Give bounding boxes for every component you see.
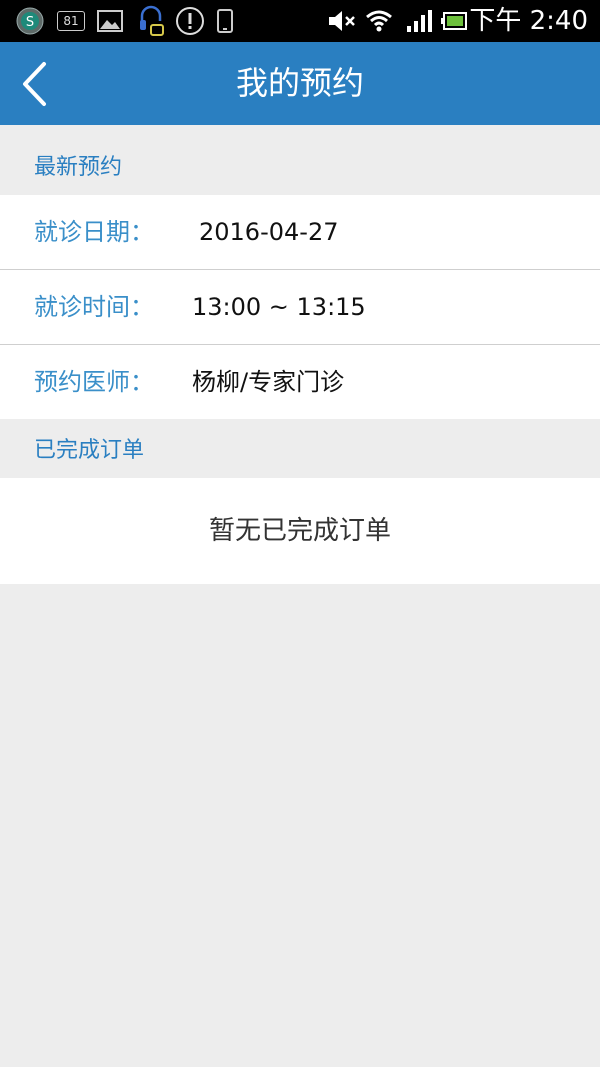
empty-state-text: 暂无已完成订单	[208, 516, 391, 546]
completed-section-title: 已完成订单	[34, 438, 145, 463]
date-value: 2016-04-27	[199, 218, 339, 246]
notification-count: 81	[57, 11, 85, 31]
doctor-value: 杨柳/专家门诊	[192, 368, 345, 396]
app-header: 我的预约	[0, 42, 600, 125]
notification-count-icon: 81	[56, 0, 86, 42]
mute-icon	[326, 0, 358, 42]
date-label: 就诊日期：	[34, 218, 154, 246]
time-label: 就诊时间：	[34, 293, 154, 321]
appointment-doctor-row: 预约医师： 杨柳/专家门诊	[0, 345, 600, 419]
security-app-icon: S	[14, 0, 46, 42]
svg-text:S: S	[26, 15, 34, 30]
signal-icon	[404, 0, 434, 42]
wifi-icon	[364, 0, 394, 42]
doctor-label: 预约医师：	[34, 368, 154, 396]
image-icon	[96, 0, 124, 42]
time-value: 13:00 ~ 13:15	[192, 293, 366, 321]
alert-icon	[174, 0, 206, 42]
latest-section-title: 最新预约	[34, 155, 123, 180]
page-title: 我的预约	[235, 64, 364, 102]
headset-lock-icon	[136, 0, 166, 42]
appointment-date-row: 就诊日期： 2016-04-27	[0, 195, 600, 269]
appointment-time-row: 就诊时间： 13:00 ~ 13:15	[0, 270, 600, 344]
phone-icon	[214, 0, 236, 42]
status-clock: 下午 2:40	[469, 6, 588, 36]
status-bar: S 81 下午 2:40	[0, 0, 600, 42]
completed-orders-list: 暂无已完成订单	[0, 478, 600, 584]
battery-icon	[440, 0, 470, 42]
